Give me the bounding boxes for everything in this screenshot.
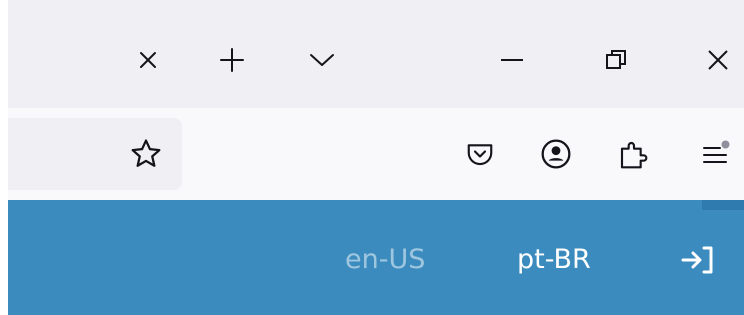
account-button[interactable] (532, 130, 580, 178)
close-tab-icon (139, 51, 157, 69)
toolbar-edge (0, 108, 8, 200)
title-bar (0, 0, 744, 108)
navigation-toolbar (0, 108, 744, 200)
language-link-pt-br[interactable]: pt-BR (517, 244, 591, 276)
hamburger-menu-icon (701, 139, 731, 169)
account-icon (540, 138, 572, 170)
list-all-tabs-button[interactable] (298, 36, 346, 84)
close-tab-button[interactable] (124, 36, 172, 84)
close-window-button[interactable] (694, 36, 742, 84)
login-button[interactable] (676, 240, 720, 280)
extensions-button[interactable] (610, 130, 658, 178)
close-window-icon (707, 49, 729, 71)
page-content: en-US pt-BR (0, 200, 744, 315)
minimize-button[interactable] (488, 36, 536, 84)
chevron-down-icon (309, 52, 335, 68)
sign-in-icon (681, 245, 715, 275)
new-tab-icon (219, 47, 245, 73)
url-bar[interactable] (8, 118, 182, 190)
title-bar-edge (0, 0, 8, 108)
new-tab-button[interactable] (208, 36, 256, 84)
minimize-icon (500, 58, 524, 62)
site-header: en-US pt-BR (8, 200, 744, 315)
app-menu-button[interactable] (692, 130, 740, 178)
header-shade (702, 200, 744, 210)
bookmark-star-button[interactable] (122, 130, 170, 178)
restore-icon (605, 49, 627, 71)
puzzle-icon (619, 138, 649, 170)
pocket-icon (465, 139, 495, 169)
pocket-button[interactable] (456, 130, 504, 178)
star-icon (129, 137, 163, 171)
restore-button[interactable] (592, 36, 640, 84)
language-link-en-us[interactable]: en-US (345, 244, 425, 276)
